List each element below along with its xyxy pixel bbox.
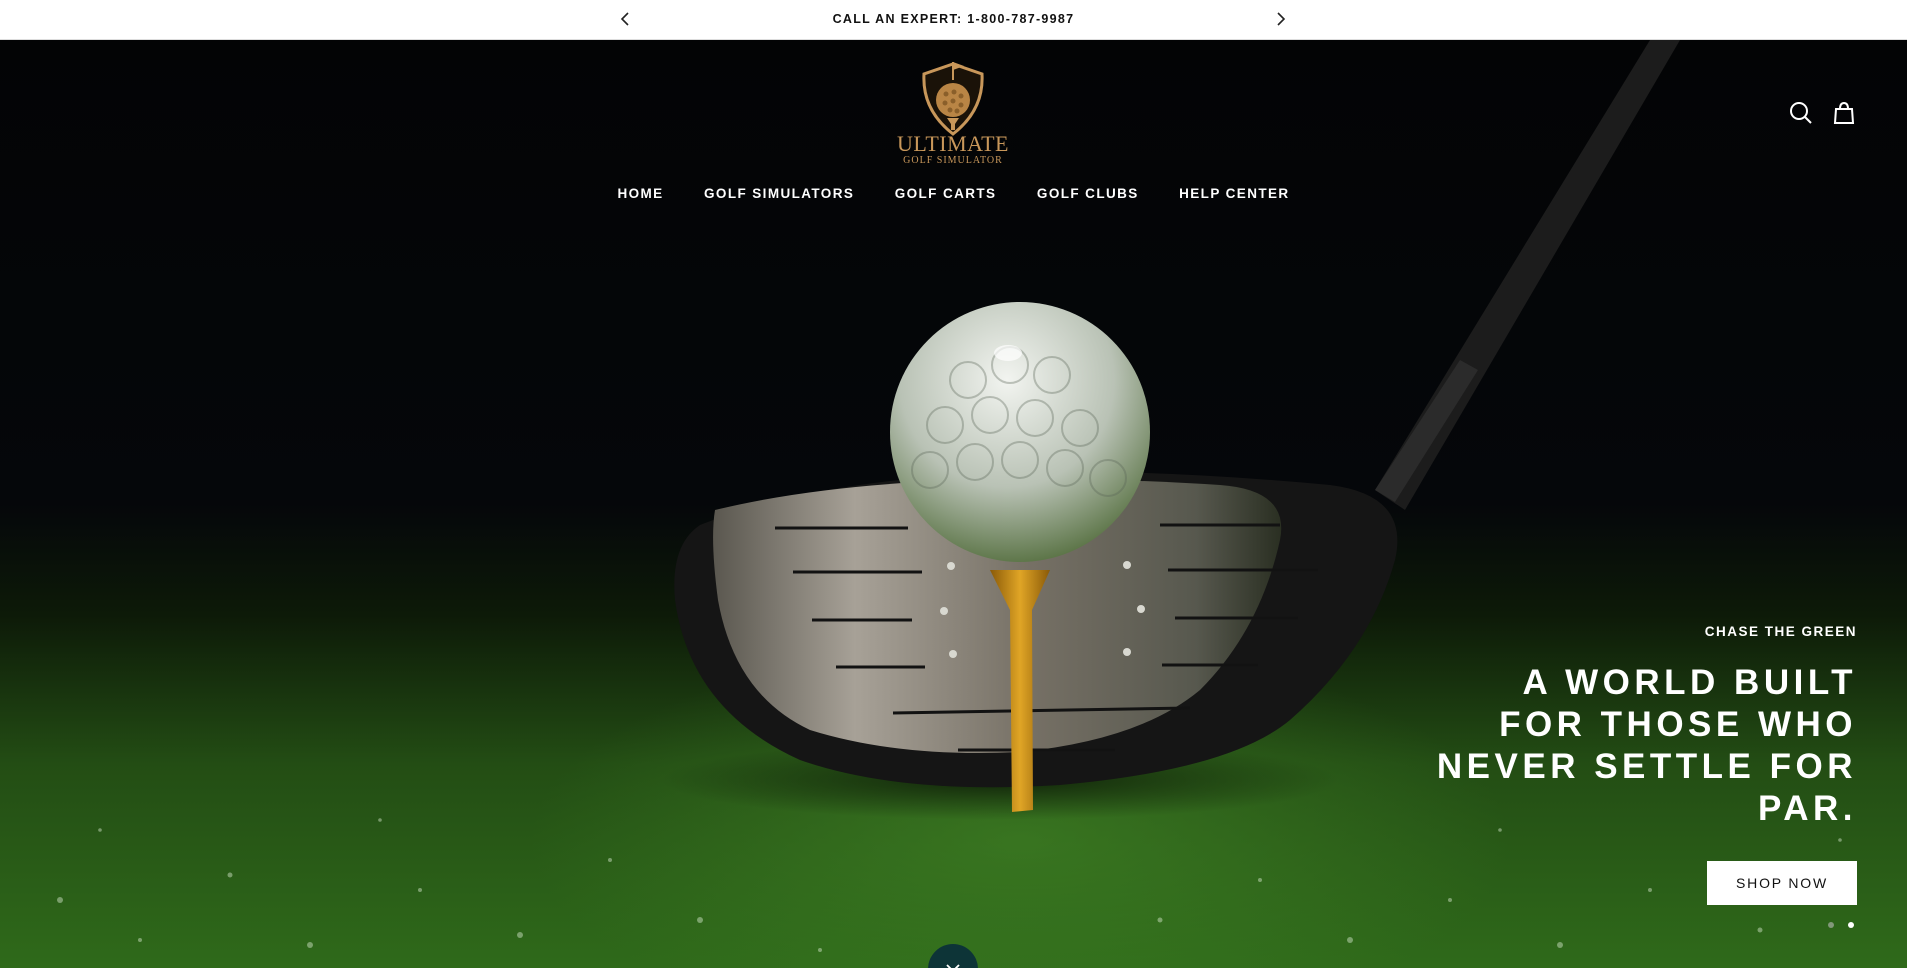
hero-headline-line: NEVER SETTLE FOR bbox=[1436, 747, 1857, 786]
slide-pagination bbox=[1828, 915, 1864, 933]
slide-dot[interactable] bbox=[1828, 922, 1834, 928]
nav-golf-clubs[interactable]: GOLF CLUBS bbox=[1037, 186, 1139, 201]
slide-dot[interactable] bbox=[1848, 922, 1855, 928]
nav-help-center[interactable]: HELP CENTER bbox=[1179, 186, 1289, 201]
logo-line-1: ULTIMATE bbox=[897, 131, 1009, 156]
hero-headline-line: PAR. bbox=[1757, 789, 1857, 828]
hero-banner: ULTIMATE GOLF SIMULATOR HOME GOLF SIMULA… bbox=[0, 40, 1907, 968]
announcement-bar: CALL AN EXPERT: 1-800-787-9987 bbox=[0, 0, 1907, 40]
hero-headline: A WORLD BUILT FOR THOSE WHO NEVER SETTLE… bbox=[1387, 662, 1857, 830]
hero-eyebrow: CHASE THE GREEN bbox=[1704, 624, 1857, 639]
chevron-right-icon[interactable] bbox=[1270, 9, 1290, 29]
shopping-bag-icon[interactable] bbox=[1831, 100, 1857, 126]
hero-headline-line: FOR THOSE WHO bbox=[1499, 705, 1857, 744]
hero-headline-line: A WORLD BUILT bbox=[1522, 663, 1857, 702]
main-nav: HOME GOLF SIMULATORS GOLF CARTS GOLF CLU… bbox=[0, 185, 1907, 203]
search-icon[interactable] bbox=[1788, 100, 1814, 126]
nav-golf-carts[interactable]: GOLF CARTS bbox=[895, 186, 997, 201]
chevron-down-icon bbox=[946, 964, 960, 968]
logo-line-2: GOLF SIMULATOR bbox=[903, 155, 1003, 166]
nav-golf-simulators[interactable]: GOLF SIMULATORS bbox=[704, 186, 854, 201]
logo-wordmark[interactable]: ULTIMATE GOLF SIMULATOR bbox=[880, 133, 1026, 167]
nav-home[interactable]: HOME bbox=[617, 186, 663, 201]
announcement-text: CALL AN EXPERT: 1-800-787-9987 bbox=[832, 12, 1075, 26]
shop-now-button[interactable]: SHOP NOW bbox=[1707, 861, 1857, 905]
